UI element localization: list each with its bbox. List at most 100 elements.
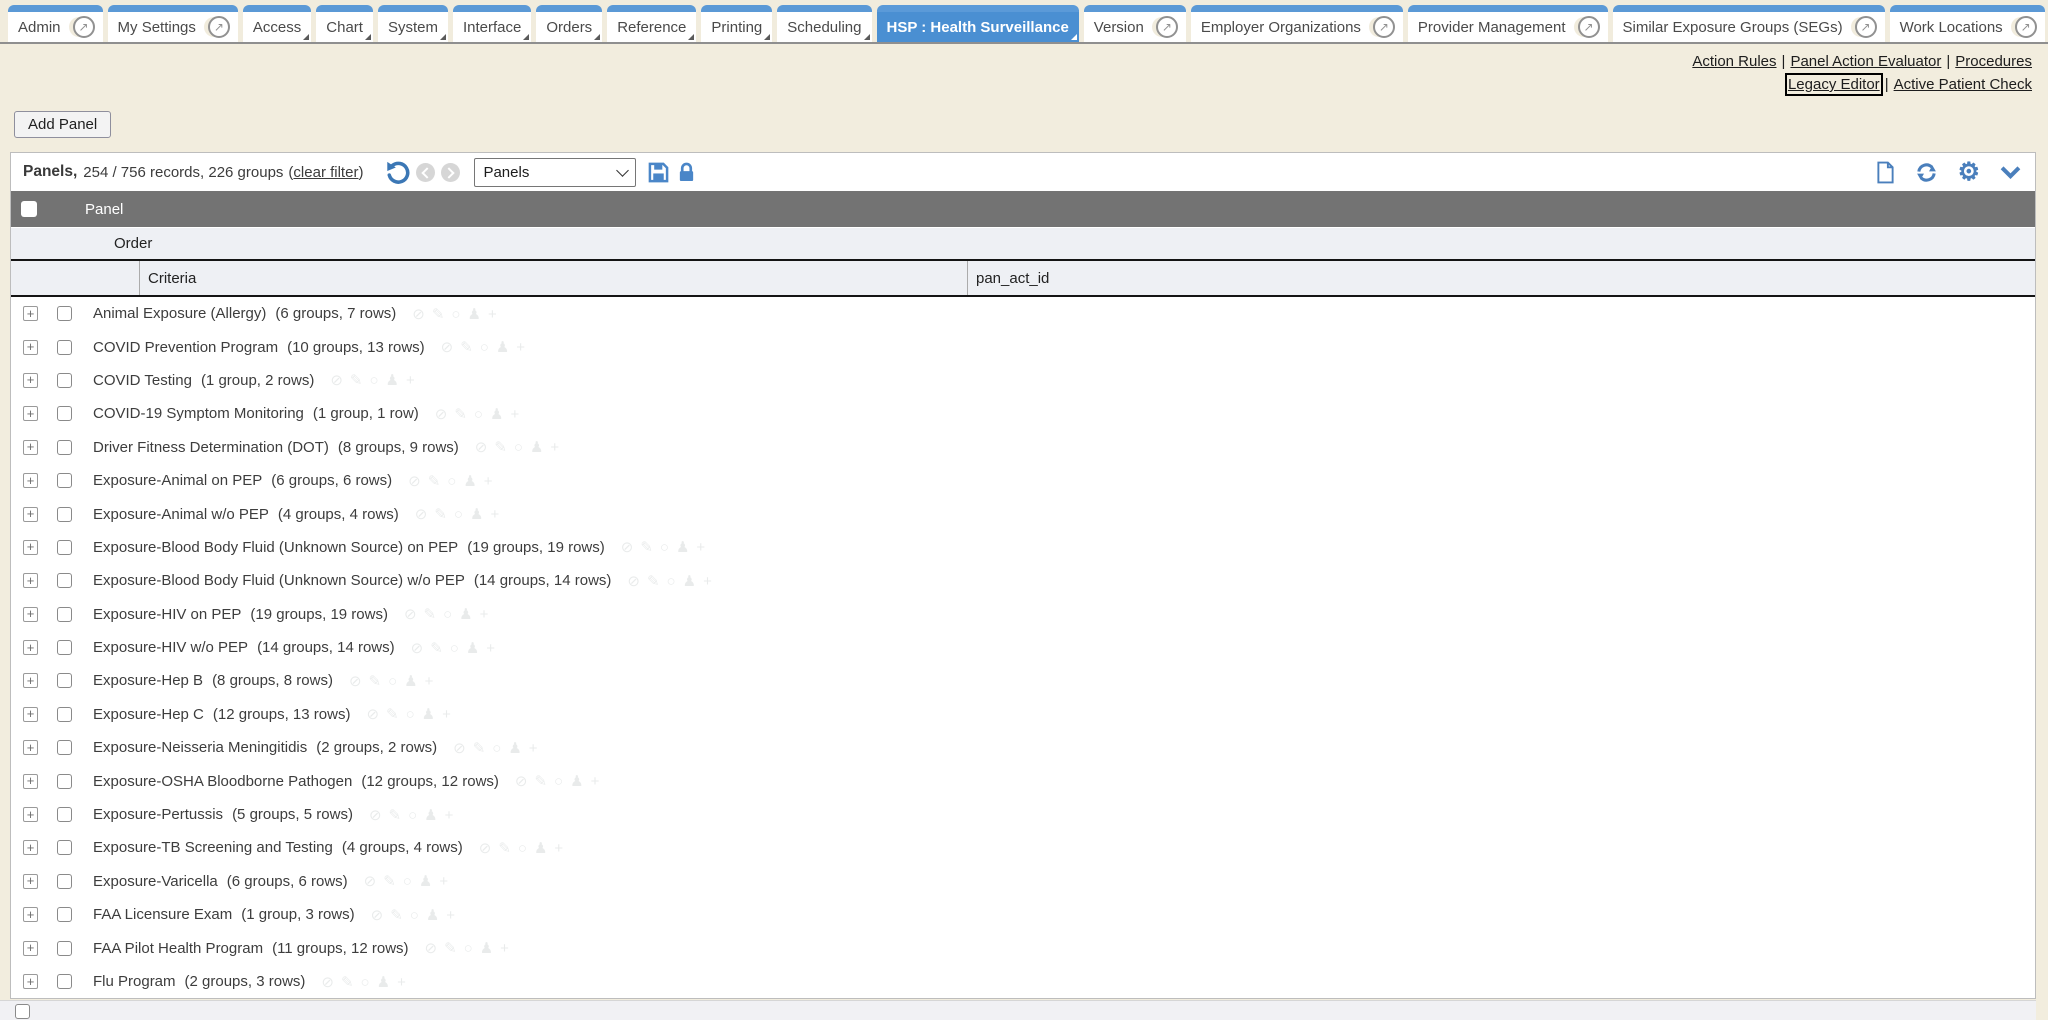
previous-page-icon[interactable] bbox=[416, 163, 435, 182]
link-panel-action-evaluator[interactable]: Panel Action Evaluator bbox=[1790, 53, 1941, 70]
expand-plus-icon[interactable] bbox=[23, 540, 38, 555]
row-checkbox[interactable] bbox=[57, 807, 72, 822]
tab-work-locations[interactable]: Work Locations bbox=[1890, 5, 2045, 42]
row-checkbox[interactable] bbox=[57, 507, 72, 522]
clear-filter-link[interactable]: clear filter bbox=[293, 164, 358, 181]
table-row-exposure-animal-on-pep[interactable]: Exposure-Animal on PEP(6 groups, 6 rows) bbox=[11, 464, 2035, 497]
expand-plus-icon[interactable] bbox=[23, 340, 38, 355]
row-checkbox[interactable] bbox=[57, 406, 72, 421]
expand-plus-icon[interactable] bbox=[23, 807, 38, 822]
tab-similar-exposure-groups-segs[interactable]: Similar Exposure Groups (SEGs) bbox=[1613, 5, 1885, 42]
tab-orders[interactable]: Orders bbox=[536, 5, 602, 42]
row-checkbox[interactable] bbox=[57, 340, 72, 355]
row-checkbox[interactable] bbox=[57, 640, 72, 655]
row-checkbox[interactable] bbox=[57, 440, 72, 455]
tab-printing[interactable]: Printing bbox=[701, 5, 772, 42]
tab-version[interactable]: Version bbox=[1084, 5, 1186, 42]
table-row-exposure-osha-bloodborne-pathogen[interactable]: Exposure-OSHA Bloodborne Pathogen(12 gro… bbox=[11, 764, 2035, 797]
table-row-exposure-varicella[interactable]: Exposure-Varicella(6 groups, 6 rows) bbox=[11, 865, 2035, 898]
tab-admin[interactable]: Admin bbox=[8, 5, 103, 42]
row-checkbox[interactable] bbox=[57, 874, 72, 889]
tab-system[interactable]: System bbox=[378, 5, 448, 42]
tab-hsp-health-surveillance[interactable]: HSP : Health Surveillance bbox=[877, 5, 1079, 42]
popout-icon[interactable] bbox=[208, 16, 230, 38]
next-page-icon[interactable] bbox=[441, 163, 460, 182]
table-row-faa-pilot-health-program[interactable]: FAA Pilot Health Program(11 groups, 12 r… bbox=[11, 931, 2035, 964]
table-row-covid-testing[interactable]: COVID Testing(1 group, 2 rows) bbox=[11, 364, 2035, 397]
popout-icon[interactable] bbox=[1156, 16, 1178, 38]
table-row-exposure-hep-c[interactable]: Exposure-Hep C(12 groups, 13 rows) bbox=[11, 698, 2035, 731]
expand-plus-icon[interactable] bbox=[23, 707, 38, 722]
undo-icon[interactable] bbox=[385, 160, 410, 185]
popout-icon[interactable] bbox=[1578, 16, 1600, 38]
tab-interface[interactable]: Interface bbox=[453, 5, 531, 42]
row-checkbox[interactable] bbox=[57, 573, 72, 588]
expand-plus-icon[interactable] bbox=[23, 640, 38, 655]
link-active-patient-check[interactable]: Active Patient Check bbox=[1894, 76, 2032, 93]
row-checkbox[interactable] bbox=[57, 373, 72, 388]
expand-plus-icon[interactable] bbox=[23, 740, 38, 755]
tab-my-settings[interactable]: My Settings bbox=[108, 5, 238, 42]
expand-plus-icon[interactable] bbox=[23, 406, 38, 421]
tab-employer-organizations[interactable]: Employer Organizations bbox=[1191, 5, 1403, 42]
link-procedures[interactable]: Procedures bbox=[1955, 53, 2032, 70]
row-checkbox[interactable] bbox=[57, 707, 72, 722]
bottom-row-checkbox[interactable] bbox=[15, 1004, 30, 1019]
table-row-exposure-hep-b[interactable]: Exposure-Hep B(8 groups, 8 rows) bbox=[11, 664, 2035, 697]
row-checkbox[interactable] bbox=[57, 840, 72, 855]
tab-scheduling[interactable]: Scheduling bbox=[777, 5, 871, 42]
row-checkbox[interactable] bbox=[57, 774, 72, 789]
table-row-driver-fitness-determination-dot[interactable]: Driver Fitness Determination (DOT)(8 gro… bbox=[11, 431, 2035, 464]
table-row-exposure-animal-w-o-pep[interactable]: Exposure-Animal w/o PEP(4 groups, 4 rows… bbox=[11, 497, 2035, 530]
popout-icon[interactable] bbox=[73, 16, 95, 38]
row-checkbox[interactable] bbox=[57, 306, 72, 321]
table-row-exposure-pertussis[interactable]: Exposure-Pertussis(5 groups, 5 rows) bbox=[11, 798, 2035, 831]
table-row-exposure-hiv-on-pep[interactable]: Exposure-HIV on PEP(19 groups, 19 rows) bbox=[11, 598, 2035, 631]
tab-provider-management[interactable]: Provider Management bbox=[1408, 5, 1608, 42]
row-checkbox[interactable] bbox=[57, 607, 72, 622]
table-row-exposure-blood-body-fluid-unknown-source-on-pep[interactable]: Exposure-Blood Body Fluid (Unknown Sourc… bbox=[11, 531, 2035, 564]
table-row-animal-exposure-allergy[interactable]: Animal Exposure (Allergy)(6 groups, 7 ro… bbox=[11, 297, 2035, 330]
row-checkbox[interactable] bbox=[57, 941, 72, 956]
expand-plus-icon[interactable] bbox=[23, 774, 38, 789]
table-row-covid-prevention-program[interactable]: COVID Prevention Program(10 groups, 13 r… bbox=[11, 330, 2035, 363]
view-select[interactable]: Panels bbox=[474, 158, 636, 187]
row-checkbox[interactable] bbox=[57, 673, 72, 688]
lock-icon[interactable] bbox=[677, 162, 696, 183]
table-row-exposure-neisseria-meningitidis[interactable]: Exposure-Neisseria Meningitidis(2 groups… bbox=[11, 731, 2035, 764]
table-row-faa-licensure-exam[interactable]: FAA Licensure Exam(1 group, 3 rows) bbox=[11, 898, 2035, 931]
table-row-exposure-blood-body-fluid-unknown-source-w-o-pep[interactable]: Exposure-Blood Body Fluid (Unknown Sourc… bbox=[11, 564, 2035, 597]
popout-icon[interactable] bbox=[1373, 16, 1395, 38]
table-row-covid-19-symptom-monitoring[interactable]: COVID-19 Symptom Monitoring(1 group, 1 r… bbox=[11, 397, 2035, 430]
expand-plus-icon[interactable] bbox=[23, 473, 38, 488]
link-legacy-editor[interactable]: Legacy Editor bbox=[1788, 76, 1880, 93]
table-row-flu-program[interactable]: Flu Program(2 groups, 3 rows) bbox=[11, 965, 2035, 998]
settings-gear-icon[interactable]: ⚙ bbox=[1958, 160, 1980, 185]
expand-plus-icon[interactable] bbox=[23, 373, 38, 388]
expand-plus-icon[interactable] bbox=[23, 440, 38, 455]
row-checkbox[interactable] bbox=[57, 974, 72, 989]
expand-plus-icon[interactable] bbox=[23, 306, 38, 321]
expand-plus-icon[interactable] bbox=[23, 974, 38, 989]
save-icon[interactable] bbox=[648, 162, 669, 183]
popout-icon[interactable] bbox=[2015, 16, 2037, 38]
row-checkbox[interactable] bbox=[57, 740, 72, 755]
table-row-exposure-hiv-w-o-pep[interactable]: Exposure-HIV w/o PEP(14 groups, 14 rows) bbox=[11, 631, 2035, 664]
expand-plus-icon[interactable] bbox=[23, 607, 38, 622]
new-record-icon[interactable] bbox=[1876, 161, 1895, 184]
expand-plus-icon[interactable] bbox=[23, 874, 38, 889]
row-checkbox[interactable] bbox=[57, 907, 72, 922]
table-row-exposure-tb-screening-and-testing[interactable]: Exposure-TB Screening and Testing(4 grou… bbox=[11, 831, 2035, 864]
tab-access[interactable]: Access bbox=[243, 5, 311, 42]
expand-plus-icon[interactable] bbox=[23, 507, 38, 522]
expand-plus-icon[interactable] bbox=[23, 941, 38, 956]
collapse-chevron-icon[interactable] bbox=[2000, 165, 2021, 179]
tab-reference[interactable]: Reference bbox=[607, 5, 696, 42]
add-panel-button[interactable]: Add Panel bbox=[14, 111, 111, 138]
popout-icon[interactable] bbox=[1855, 16, 1877, 38]
tab-chart[interactable]: Chart bbox=[316, 5, 373, 42]
link-action-rules[interactable]: Action Rules bbox=[1692, 53, 1776, 70]
select-all-checkbox[interactable] bbox=[21, 201, 37, 217]
refresh-icon[interactable] bbox=[1915, 161, 1938, 184]
expand-plus-icon[interactable] bbox=[23, 840, 38, 855]
